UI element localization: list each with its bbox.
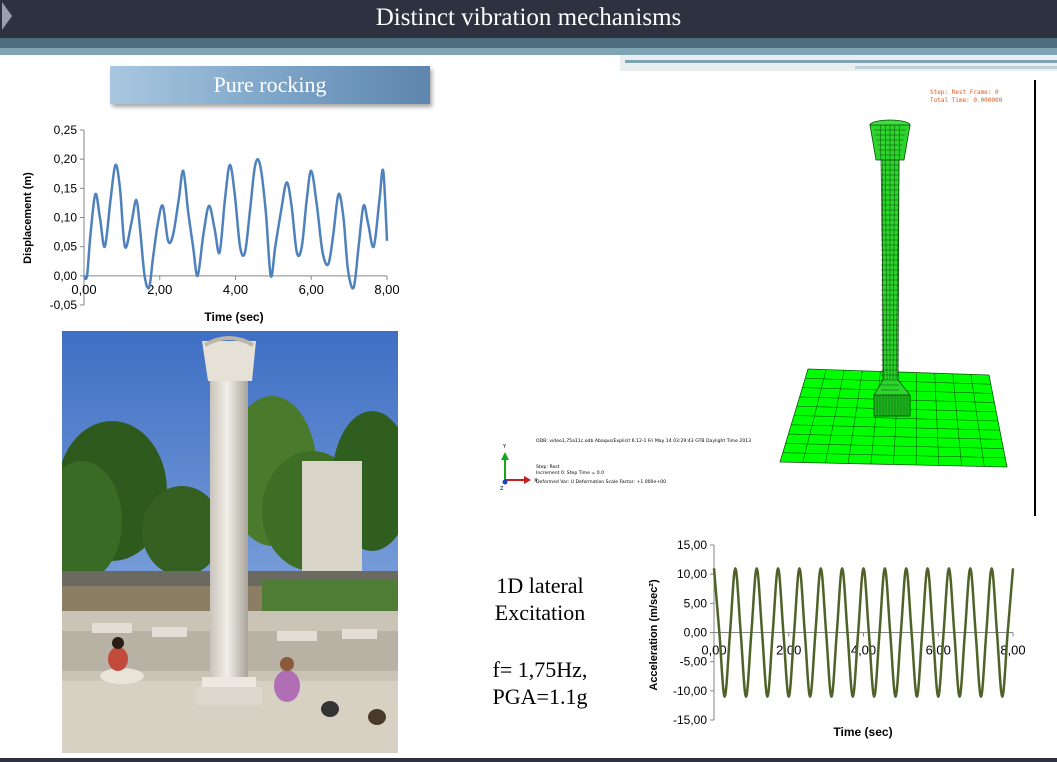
- fem-step-header: Step: Rest Frame: 0: [930, 89, 999, 96]
- fem-total-time: Total Time: 0.000000: [930, 97, 1003, 104]
- y-tick-label: 0,20: [54, 152, 78, 166]
- fem-step-line3: Deformed Var: U Deformation Scale Factor…: [536, 479, 666, 485]
- excitation-label: 1D lateral Excitation: [470, 572, 610, 626]
- y-tick-label: 0,15: [54, 181, 78, 195]
- y-tick-label: 0,10: [54, 211, 78, 225]
- y-tick-label: 15,00: [677, 538, 707, 552]
- y-axis-label: Acceleration (m/sec²): [648, 579, 660, 691]
- x-tick-label: 8,00: [374, 282, 399, 297]
- displacement-series-line: [82, 157, 389, 290]
- x-tick-label: 4,00: [851, 643, 876, 658]
- y-tick-label: -15,00: [673, 713, 707, 727]
- displacement-chart: -0,050,000,050,100,150,200,250,00 2,00 4,0…: [22, 123, 400, 324]
- panel-border-line: [1034, 80, 1036, 516]
- x-tick-label: 0,00: [701, 643, 726, 658]
- y-tick-label: 0,25: [54, 123, 78, 137]
- y-axis-label: Displacement (m): [22, 172, 34, 264]
- pga-text: PGA=1.1g: [492, 684, 588, 709]
- y-tick-label: -10,00: [673, 684, 707, 698]
- section-label: Pure rocking: [110, 66, 430, 104]
- fem-step-line1: Step: Rest: [536, 464, 560, 470]
- decorative-band-dark: [0, 38, 1057, 48]
- y-tick-label: 0,00: [54, 269, 78, 283]
- excitation-params: f= 1,75Hz, PGA=1.1g: [470, 656, 610, 710]
- title-bar: Distinct vibration mechanisms: [0, 0, 1057, 38]
- decorative-band-light: [0, 48, 1057, 55]
- frequency-text: f= 1,75Hz,: [492, 657, 588, 682]
- axis-z-label: Z: [500, 486, 504, 492]
- y-tick-label: 10,00: [677, 567, 707, 581]
- y-tick-label: 0,05: [54, 240, 78, 254]
- acceleration-chart: -15,00-10,00-5,000,005,0010,0015,000,00 2…: [648, 538, 1026, 739]
- y-tick-label: 0,00: [684, 626, 708, 640]
- y-tick-label: 5,00: [684, 596, 708, 610]
- excitation-line1: 1D lateral: [496, 573, 584, 598]
- excitation-line2: Excitation: [494, 600, 586, 625]
- fem-step-line2: Increment 0: Step Time = 0.0: [536, 470, 604, 476]
- slide-title: Distinct vibration mechanisms: [375, 4, 682, 31]
- x-tick-label: 0,00: [71, 282, 96, 297]
- x-tick-label: 8,00: [1000, 643, 1025, 658]
- x-tick-label: 4,00: [223, 282, 248, 297]
- x-axis-label: Time (sec): [833, 725, 892, 739]
- x-tick-label: 2,00: [776, 643, 801, 658]
- y-tick-label: -0,05: [50, 298, 78, 312]
- footer-line: [0, 758, 1057, 762]
- axis-x-label: X: [534, 478, 538, 484]
- column-photo: [62, 331, 398, 753]
- x-tick-label: 6,00: [299, 282, 324, 297]
- decorative-stripe: [625, 60, 1057, 63]
- decorative-stripe-short: [855, 66, 1057, 69]
- fem-model-view: Step: Rest Frame: 0 Total Time: 0.000000…: [490, 80, 1036, 515]
- x-axis-label: Time (sec): [204, 310, 263, 324]
- x-tick-label: 6,00: [926, 643, 951, 658]
- fem-info-line: ODB: video1,75a11c.odb Abaqus/Explicit 6…: [536, 438, 751, 444]
